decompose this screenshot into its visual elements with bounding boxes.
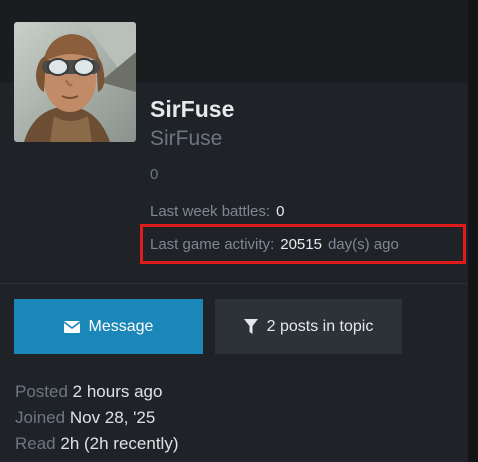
posted-label: Posted bbox=[15, 382, 68, 401]
posted-value: 2 hours ago bbox=[72, 382, 163, 401]
page-edge bbox=[468, 0, 478, 462]
joined-value: Nov 28, '25 bbox=[69, 408, 156, 427]
last-week-battles-value: 0 bbox=[276, 203, 285, 220]
posted-row: Posted 2 hours ago bbox=[15, 382, 162, 402]
profile-display-name: SirFuse bbox=[150, 127, 223, 150]
read-label: Read bbox=[15, 434, 56, 453]
joined-label: Joined bbox=[15, 408, 66, 427]
highlight-box bbox=[140, 224, 466, 264]
posts-in-topic-label: 2 posts in topic bbox=[266, 317, 374, 335]
read-value: 2h (2h recently) bbox=[60, 434, 179, 453]
posts-in-topic-button[interactable]: 2 posts in topic bbox=[215, 299, 402, 354]
joined-row: Joined Nov 28, '25 bbox=[15, 408, 155, 428]
message-button[interactable]: Message bbox=[14, 299, 203, 354]
user-profile-card: SirFuse SirFuse 0 Last week battles: 0 La… bbox=[0, 0, 468, 462]
envelope-icon bbox=[63, 320, 80, 333]
profile-username[interactable]: SirFuse bbox=[150, 96, 234, 123]
filter-icon bbox=[243, 318, 258, 334]
last-week-battles-row: Last week battles: 0 bbox=[150, 203, 285, 220]
aviator-portrait-image bbox=[14, 22, 136, 142]
message-button-label: Message bbox=[88, 317, 154, 335]
last-week-battles-label: Last week battles bbox=[150, 203, 266, 220]
profile-count: 0 bbox=[150, 166, 159, 183]
divider bbox=[0, 283, 468, 284]
read-row: Read 2h (2h recently) bbox=[15, 434, 179, 454]
avatar[interactable] bbox=[14, 22, 136, 142]
